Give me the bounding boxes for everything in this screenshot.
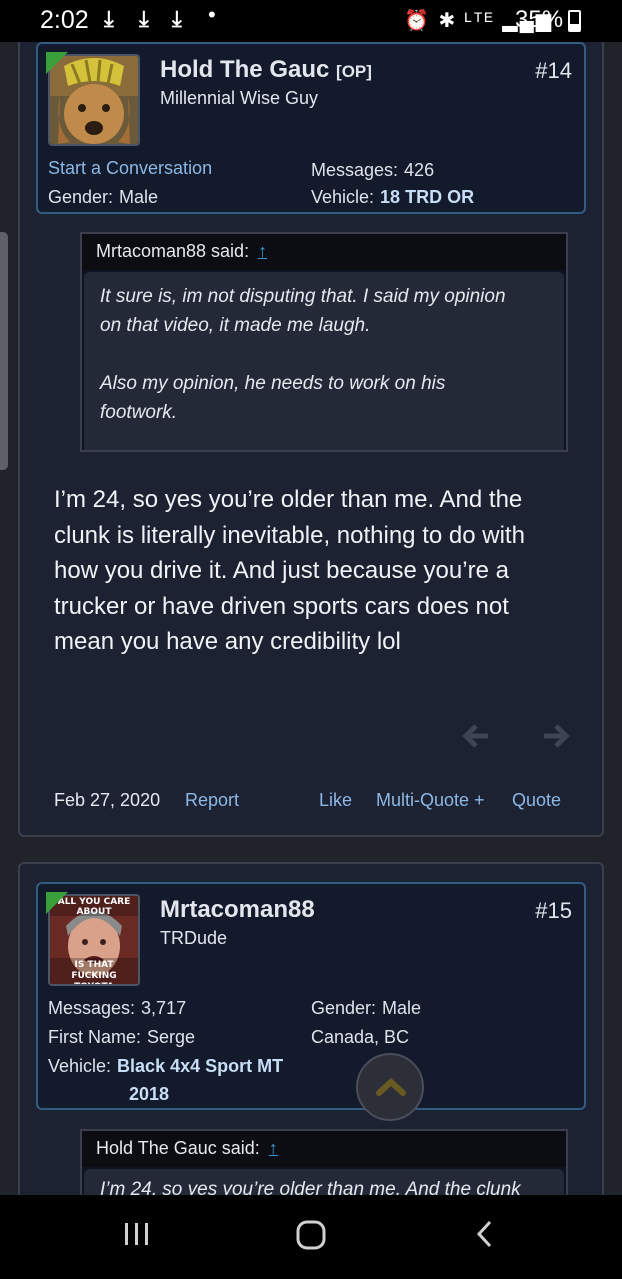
user-title: Millennial Wise Guy <box>160 88 319 108</box>
field-value: 3,717 <box>141 998 187 1018</box>
field-value[interactable]: 2018 <box>129 1084 169 1104</box>
author-name[interactable]: Hold The Gauc <box>160 56 329 83</box>
op-badge: [OP] <box>336 62 372 81</box>
post-author[interactable]: Hold The Gauc [OP] <box>160 56 372 84</box>
status-bar: 2:02 ⤓ ⤓ ⤓ • ⏰ ✱ ᴸᵀᴱ ▂▄▆ 35% <box>0 0 622 42</box>
quote-line: Also my opinion, he needs to work on his <box>100 373 446 394</box>
user-info-box: ALL YOU CARE ABOUT IS THAT FUCKING TOYOT… <box>36 882 586 1110</box>
post-author[interactable]: Mrtacoman88 <box>160 896 315 924</box>
next-arrow-icon[interactable] <box>542 722 570 750</box>
field-value[interactable]: Black 4x4 Sport MT <box>117 1056 283 1076</box>
quote-line: I’m 24, so yes you’re older than me. And… <box>100 1179 521 1195</box>
status-time: 2:02 <box>40 6 89 34</box>
first-name-field: First Name: Serge <box>48 1027 195 1048</box>
back-icon[interactable] <box>472 1219 500 1249</box>
field-value: Male <box>382 998 422 1018</box>
download-icon: ⤓ <box>104 6 114 31</box>
recent-apps-icon[interactable] <box>122 1219 152 1249</box>
vehicle-field: Vehicle: Black 4x4 Sport MT <box>48 1056 283 1077</box>
quote-line: on that video, it made me laugh. <box>100 315 371 336</box>
quote-block: Hold The Gauc said: ↑ I’m 24, so yes you… <box>80 1129 568 1195</box>
battery-percent: 35% <box>515 6 564 33</box>
quote-header: Hold The Gauc said: ↑ <box>82 1131 566 1167</box>
home-icon[interactable] <box>295 1219 327 1251</box>
user-title: TRDude <box>160 928 228 948</box>
multi-quote-link[interactable]: Multi-Quote + <box>376 790 485 811</box>
field-value: 426 <box>404 160 435 180</box>
notification-dot-icon: • <box>208 2 216 27</box>
quote-author[interactable]: Hold The Gauc said: <box>96 1138 260 1158</box>
quote-author[interactable]: Mrtacoman88 said: <box>96 241 249 261</box>
like-link[interactable]: Like <box>319 790 352 811</box>
thread-content[interactable]: Hold The Gauc [OP] Millennial Wise Guy #… <box>0 42 622 1195</box>
download-icon: ⤓ <box>139 6 149 31</box>
field-label: Messages: <box>48 998 136 1018</box>
messages-field: Messages: 426 <box>311 160 434 181</box>
online-indicator-icon <box>46 52 68 74</box>
quote-body: It sure is, im not disputing that. I sai… <box>84 272 564 450</box>
vehicle-field: Vehicle: 18 TRD OR <box>311 187 474 208</box>
jump-to-quote-icon[interactable]: ↑ <box>269 1138 278 1158</box>
location-field: Canada, BC <box>311 1027 410 1047</box>
online-indicator-icon <box>46 892 68 914</box>
messages-field: Messages: 3,717 <box>48 998 186 1019</box>
avatar-caption-bottom: IS THAT FUCKING TOYOTA <box>71 960 117 984</box>
quote-header: Mrtacoman88 said: ↑ <box>82 234 566 270</box>
system-nav-bar <box>0 1195 622 1279</box>
field-value: Male <box>119 187 159 207</box>
field-label: Messages: <box>311 160 399 180</box>
battery-icon <box>568 10 581 32</box>
quote-link[interactable]: Quote <box>512 790 561 811</box>
gender-field: Gender: Male <box>48 187 158 208</box>
field-value[interactable]: 18 TRD OR <box>380 187 474 207</box>
user-info-box: Hold The Gauc [OP] Millennial Wise Guy #… <box>36 42 586 214</box>
start-conversation-link[interactable]: Start a Conversation <box>48 158 212 179</box>
field-label: Vehicle: <box>48 1056 112 1076</box>
field-label: Gender: <box>48 187 114 207</box>
report-link[interactable]: Report <box>185 790 239 811</box>
vehicle-field-continued: 2018 <box>123 1084 169 1105</box>
post-number-link[interactable]: #15 <box>535 898 572 924</box>
scroll-to-top-button[interactable] <box>356 1053 424 1121</box>
quote-block: Mrtacoman88 said: ↑ It sure is, im not d… <box>80 232 568 452</box>
gender-field: Gender: Male <box>311 998 421 1019</box>
chevron-up-icon <box>376 1077 406 1096</box>
download-icon: ⤓ <box>172 6 182 31</box>
post-number-link[interactable]: #14 <box>535 58 572 84</box>
jump-to-quote-icon[interactable]: ↑ <box>258 241 267 261</box>
drawer-handle[interactable] <box>0 232 8 470</box>
quote-line: footwork. <box>100 402 178 423</box>
post-message: I’m 24, so yes you’re older than me. And… <box>54 486 525 655</box>
previous-arrow-icon[interactable] <box>462 722 490 750</box>
quote-body: I’m 24, so yes you’re older than me. And… <box>84 1169 564 1195</box>
field-label: First Name: <box>48 1027 142 1047</box>
field-label: Gender: <box>311 998 377 1018</box>
post-date[interactable]: Feb 27, 2020 <box>54 790 160 811</box>
field-value: Serge <box>147 1027 196 1047</box>
quote-line: It sure is, im not disputing that. I sai… <box>100 286 506 307</box>
field-label: Vehicle: <box>311 187 375 207</box>
